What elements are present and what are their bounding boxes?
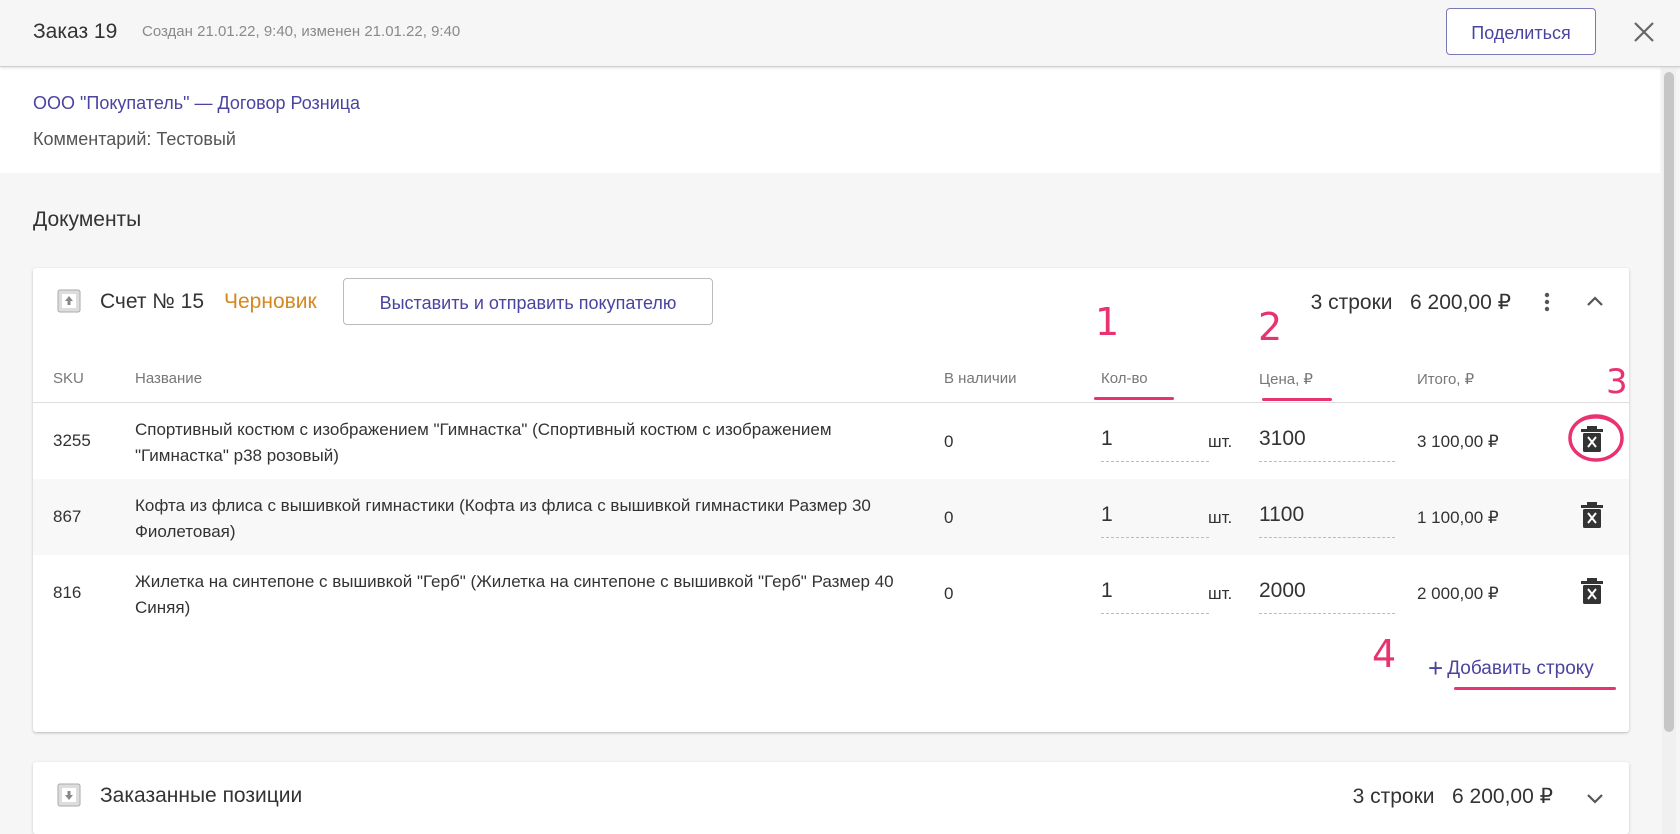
annotation-number-3: 3 <box>1606 362 1628 402</box>
annotation-underline <box>1454 687 1616 690</box>
documents-title: Документы <box>33 208 142 231</box>
table-row: 3255 Спортивный костюм с изображением "Г… <box>33 403 1629 479</box>
delete-row-icon[interactable] <box>1579 501 1605 529</box>
price-input-underline <box>1259 461 1395 462</box>
invoice-rows-count: 3 строки <box>1310 291 1393 314</box>
ordered-summary: 3 строки 6 200,00 ₽ <box>1353 784 1553 809</box>
send-to-buyer-button[interactable]: Выставить и отправить покупателю <box>343 278 713 325</box>
quantity-input-underline <box>1101 537 1209 538</box>
price-input[interactable]: 2000 <box>1259 579 1306 603</box>
ordered-rows-count: 3 строки <box>1352 785 1435 808</box>
add-row-label: Добавить строку <box>1447 658 1594 679</box>
row-name: Спортивный костюм с изображением "Гимнас… <box>135 420 832 465</box>
scrollbar[interactable] <box>1662 70 1676 834</box>
order-info: ООО "Покупатель" — Договор Розница Комме… <box>0 67 1660 173</box>
annotation-number-1: 1 <box>1095 300 1120 344</box>
status-badge: Черновик <box>224 290 317 313</box>
column-header-stock: В наличии <box>944 370 1017 387</box>
row-unit: шт. <box>1208 584 1233 603</box>
ordered-positions-title: Заказанные позиции <box>100 784 303 807</box>
scrollbar-thumb[interactable] <box>1664 72 1674 732</box>
invoice-summary: 3 строки 6 200,00 ₽ <box>1311 290 1511 315</box>
quantity-input[interactable]: 1 <box>1101 427 1113 451</box>
row-total: 2 000,00 ₽ <box>1417 584 1499 603</box>
row-stock: 0 <box>944 584 954 603</box>
price-input[interactable]: 3100 <box>1259 427 1306 451</box>
row-total: 1 100,00 ₽ <box>1417 508 1499 527</box>
upload-document-icon <box>57 289 81 313</box>
download-document-icon <box>57 783 81 807</box>
quantity-input-underline <box>1101 613 1209 614</box>
ordered-positions-card[interactable]: Заказанные позиции 3 строки 6 200,00 ₽ <box>33 762 1629 834</box>
row-total: 3 100,00 ₽ <box>1417 432 1499 451</box>
column-header-name: Название <box>135 370 203 387</box>
column-header-sku: SKU <box>53 370 84 387</box>
price-input-underline <box>1259 613 1395 614</box>
quantity-input[interactable]: 1 <box>1101 503 1113 527</box>
order-comment: Комментарий: Тестовый <box>33 129 236 149</box>
chevron-down-icon[interactable] <box>1583 786 1607 810</box>
annotation-underline <box>1262 398 1332 401</box>
delete-row-icon[interactable] <box>1579 577 1605 605</box>
buyer-contract-link[interactable]: ООО "Покупатель" — Договор Розница <box>33 93 360 114</box>
order-header: Заказ 19 Создан 21.01.22, 9:40, изменен … <box>0 0 1680 67</box>
column-header-price: Цена, ₽ <box>1259 371 1313 388</box>
close-icon[interactable] <box>1628 16 1660 48</box>
row-unit: шт. <box>1208 508 1233 527</box>
add-row-button[interactable]: + Добавить строку <box>1428 653 1594 684</box>
column-header-total: Итого, ₽ <box>1417 371 1475 388</box>
price-input-underline <box>1259 537 1395 538</box>
invoice-sum: 6 200,00 ₽ <box>1410 291 1511 314</box>
quantity-input-underline <box>1101 461 1209 462</box>
more-vert-icon[interactable] <box>1535 290 1559 314</box>
row-unit: шт. <box>1208 432 1233 451</box>
annotation-underline <box>1094 397 1174 400</box>
row-name: Кофта из флиса с вышивкой гимнастики (Ко… <box>135 496 871 541</box>
quantity-input[interactable]: 1 <box>1101 579 1113 603</box>
row-sku: 867 <box>53 507 82 526</box>
ordered-sum: 6 200,00 ₽ <box>1452 785 1553 808</box>
table-row: 867 Кофта из флиса с вышивкой гимнастики… <box>33 479 1629 555</box>
annotation-number-2: 2 <box>1258 305 1283 349</box>
row-sku: 3255 <box>53 431 91 450</box>
row-stock: 0 <box>944 508 954 527</box>
row-stock: 0 <box>944 432 954 451</box>
order-title: Заказ 19 <box>33 20 118 43</box>
price-input[interactable]: 1100 <box>1259 503 1304 527</box>
row-sku: 816 <box>53 583 82 602</box>
annotation-circle <box>1568 414 1624 462</box>
column-header-qty: Кол-во <box>1101 370 1148 387</box>
invoice-title: Счет № 15 <box>100 290 205 313</box>
order-meta: Создан 21.01.22, 9:40, изменен 21.01.22,… <box>142 23 461 40</box>
plus-icon: + <box>1428 653 1444 683</box>
table-row: 816 Жилетка на синтепоне с вышивкой "Гер… <box>33 555 1629 631</box>
row-name: Жилетка на синтепоне с вышивкой "Герб" (… <box>135 572 894 617</box>
share-button[interactable]: Поделиться <box>1446 8 1596 55</box>
chevron-up-icon[interactable] <box>1583 290 1607 314</box>
annotation-number-4: 4 <box>1372 632 1397 676</box>
